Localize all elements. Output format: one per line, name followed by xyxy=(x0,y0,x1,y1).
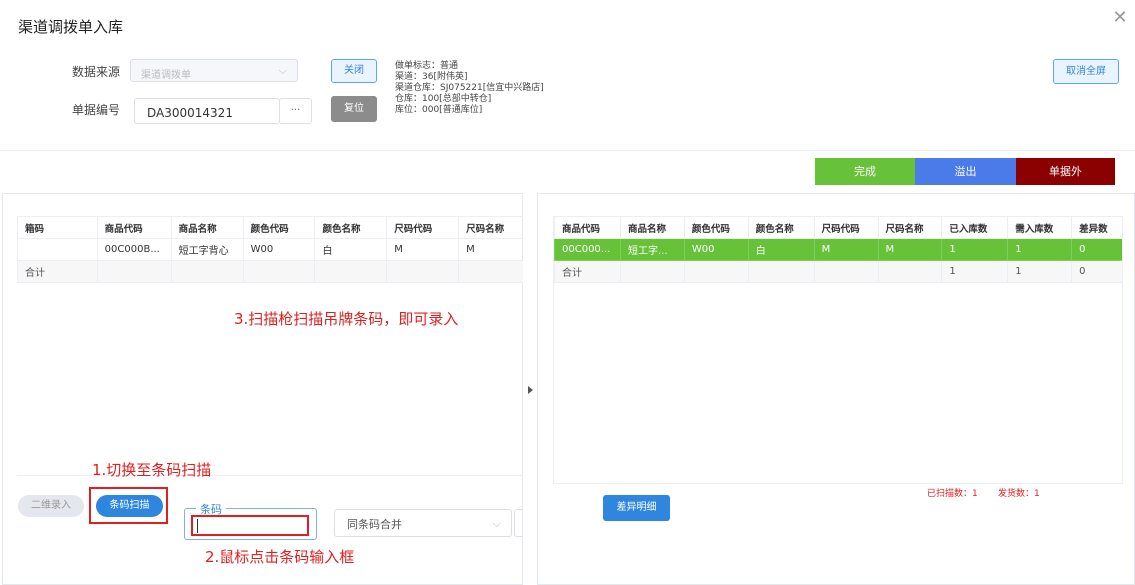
cell: M xyxy=(813,238,879,261)
cell xyxy=(813,260,879,283)
expand-arrow-icon[interactable] xyxy=(528,386,533,394)
table-row[interactable]: 00C000... 短工字... W00 白 M M 1 1 0 xyxy=(554,238,1122,261)
exit-fullscreen-button[interactable]: 取消全屏 xyxy=(1053,59,1119,84)
cell xyxy=(619,260,685,283)
column-header: 商品名称 xyxy=(170,216,244,239)
cell: 白 xyxy=(747,238,815,261)
cell: 短工字... xyxy=(619,238,685,261)
cell xyxy=(683,260,749,283)
cell xyxy=(386,260,460,283)
column-header: 尺码名称 xyxy=(877,216,943,239)
cell: 1 xyxy=(941,260,1009,283)
outside-document-button[interactable]: 单据外 xyxy=(1016,158,1115,185)
total-label: 合计 xyxy=(554,260,621,283)
column-header: 颜色名称 xyxy=(747,216,815,239)
right-table: 商品代码 商品名称 颜色代码 颜色名称 尺码代码 尺码名称 已入库数 需入库数 … xyxy=(554,216,1122,283)
doc-number-label: 单据编号 xyxy=(72,103,121,117)
text-cursor xyxy=(197,519,198,533)
column-header: 商品代码 xyxy=(554,216,621,239)
barcode-input[interactable] xyxy=(191,515,309,536)
left-table: 箱码 商品代码 商品名称 颜色代码 颜色名称 尺码代码 尺码名称 00C000B… xyxy=(17,216,523,283)
annotation-3: 3.扫描枪扫描吊牌条码，即可录入 xyxy=(234,310,459,328)
divider xyxy=(0,150,1135,151)
column-header: 商品代码 xyxy=(96,216,172,239)
close-icon[interactable]: ✕ xyxy=(1110,8,1130,28)
right-table-header: 商品代码 商品名称 颜色代码 颜色名称 尺码代码 尺码名称 已入库数 需入库数 … xyxy=(554,216,1122,239)
cell: 短工字背心 xyxy=(170,238,244,261)
overflow-button[interactable]: 溢出 xyxy=(915,158,1016,185)
column-header: 尺码代码 xyxy=(813,216,879,239)
column-header: 尺码代码 xyxy=(386,216,460,239)
cell: M xyxy=(877,238,943,261)
total-label: 合计 xyxy=(17,260,98,283)
page-title: 渠道调拨单入库 xyxy=(18,18,124,36)
barcode-scan-button[interactable]: 条码扫描 xyxy=(96,495,163,517)
column-header: 差异数 xyxy=(1071,216,1122,239)
left-table-header: 箱码 商品代码 商品名称 颜色代码 颜色名称 尺码代码 尺码名称 xyxy=(17,216,523,239)
cell xyxy=(242,260,316,283)
done-button[interactable]: 完成 xyxy=(815,158,915,185)
cell: 1 xyxy=(1007,238,1073,261)
reset-button[interactable]: 复位 xyxy=(331,96,377,122)
cell: 0 xyxy=(1071,238,1122,261)
cell: W00 xyxy=(242,238,316,261)
column-header: 颜色名称 xyxy=(314,216,388,239)
cell xyxy=(96,260,172,283)
cell: W00 xyxy=(683,238,749,261)
more-button[interactable]: ··· xyxy=(279,98,312,124)
cell xyxy=(17,238,98,261)
cell: 1 xyxy=(941,238,1009,261)
source-select[interactable]: 渠道调拨单 ⌵ xyxy=(130,59,298,82)
cell: 0 xyxy=(1071,260,1122,283)
column-header: 尺码名称 xyxy=(458,216,523,239)
column-header: 商品名称 xyxy=(619,216,685,239)
chevron-down-icon: ⌵ xyxy=(278,64,287,77)
cell: M xyxy=(386,238,460,261)
merge-select[interactable]: 同条码合并 ⌵ xyxy=(334,509,512,537)
table-row[interactable]: 00C000B... 短工字背心 W00 白 M M xyxy=(17,238,523,261)
cell xyxy=(877,260,943,283)
document-info: 做单标志：普通 渠道：36[附伟英] 渠道仓库：SJ075221[信宜中兴路店]… xyxy=(395,61,544,115)
source-select-value: 渠道调拨单 xyxy=(141,70,191,81)
column-header: 已入库数 xyxy=(941,216,1009,239)
right-table-area: 商品代码 商品名称 颜色代码 颜色名称 尺码代码 尺码名称 已入库数 需入库数 … xyxy=(553,216,1123,484)
cell: M xyxy=(458,238,523,261)
diff-detail-button[interactable]: 差异明细 xyxy=(603,495,670,521)
cell xyxy=(747,260,815,283)
column-header: 需入库数 xyxy=(1007,216,1073,239)
cell xyxy=(458,260,523,283)
cell xyxy=(170,260,244,283)
annotation-1: 1.切换至条码扫描 xyxy=(92,461,212,479)
cell xyxy=(314,260,388,283)
cell: 00C000... xyxy=(554,238,621,261)
cell: 1 xyxy=(1007,260,1073,283)
chevron-down-icon: ⌵ xyxy=(492,517,501,530)
column-header: 颜色代码 xyxy=(683,216,749,239)
scroll-edge xyxy=(514,509,523,537)
qr-entry-button[interactable]: 二维录入 xyxy=(18,495,84,517)
doc-number-input[interactable]: DA300014321 xyxy=(134,98,280,124)
left-table-area: 箱码 商品代码 商品名称 颜色代码 颜色名称 尺码代码 尺码名称 00C000B… xyxy=(17,216,523,476)
column-header: 颜色代码 xyxy=(242,216,316,239)
scanned-count: 已扫描数：1 xyxy=(927,489,978,499)
merge-select-value: 同条码合并 xyxy=(347,518,402,531)
column-header: 箱码 xyxy=(17,216,98,239)
annotation-2: 2.鼠标点击条码输入框 xyxy=(205,548,355,566)
total-row: 合计 1 1 0 xyxy=(554,260,1122,283)
shipped-count: 发货数：1 xyxy=(998,489,1040,499)
source-label: 数据来源 xyxy=(72,65,121,79)
cell: 白 xyxy=(314,238,388,261)
total-row: 合计 xyxy=(17,260,523,283)
cell: 00C000B... xyxy=(96,238,172,261)
close-button[interactable]: 关闭 xyxy=(331,59,377,83)
